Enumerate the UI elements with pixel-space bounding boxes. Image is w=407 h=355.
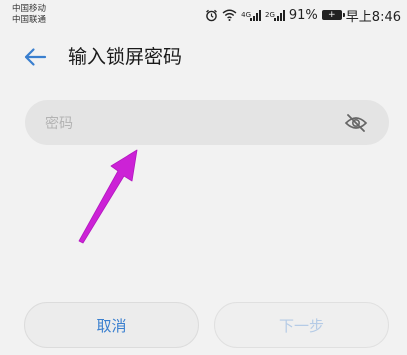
carrier-2-label: 中国联通 <box>12 15 47 25</box>
signal-icon-sim2: 2G <box>265 9 285 21</box>
title-bar: 输入锁屏密码 <box>0 34 407 80</box>
next-step-button-label: 下一步 <box>278 316 324 335</box>
back-arrow-icon <box>24 48 47 66</box>
page-title: 输入锁屏密码 <box>68 46 183 68</box>
signal-icon-sim1: 4G <box>241 9 261 21</box>
password-field <box>25 100 389 147</box>
cancel-button-label: 取消 <box>96 316 127 335</box>
battery-percent: 91% <box>288 7 318 23</box>
status-bar: 中国移动 中国联通 4G 2G 91% + 早上8:46 <box>0 0 407 34</box>
password-visibility-toggle[interactable] <box>343 110 369 136</box>
clock: 早上8:46 <box>345 9 401 25</box>
battery-icon: + <box>321 10 345 20</box>
password-input[interactable] <box>43 100 337 147</box>
status-indicators: 4G 2G 91% + 早上8:46 <box>205 6 401 25</box>
cancel-button[interactable]: 取消 <box>24 302 199 348</box>
alarm-icon <box>205 9 218 22</box>
carrier-info: 中国移动 中国联通 <box>12 4 46 26</box>
back-button[interactable] <box>22 44 48 70</box>
eye-off-icon <box>344 114 368 132</box>
wifi-icon <box>222 9 237 21</box>
carrier-1-label: 中国移动 <box>12 4 47 14</box>
next-step-button[interactable]: 下一步 <box>214 302 389 348</box>
